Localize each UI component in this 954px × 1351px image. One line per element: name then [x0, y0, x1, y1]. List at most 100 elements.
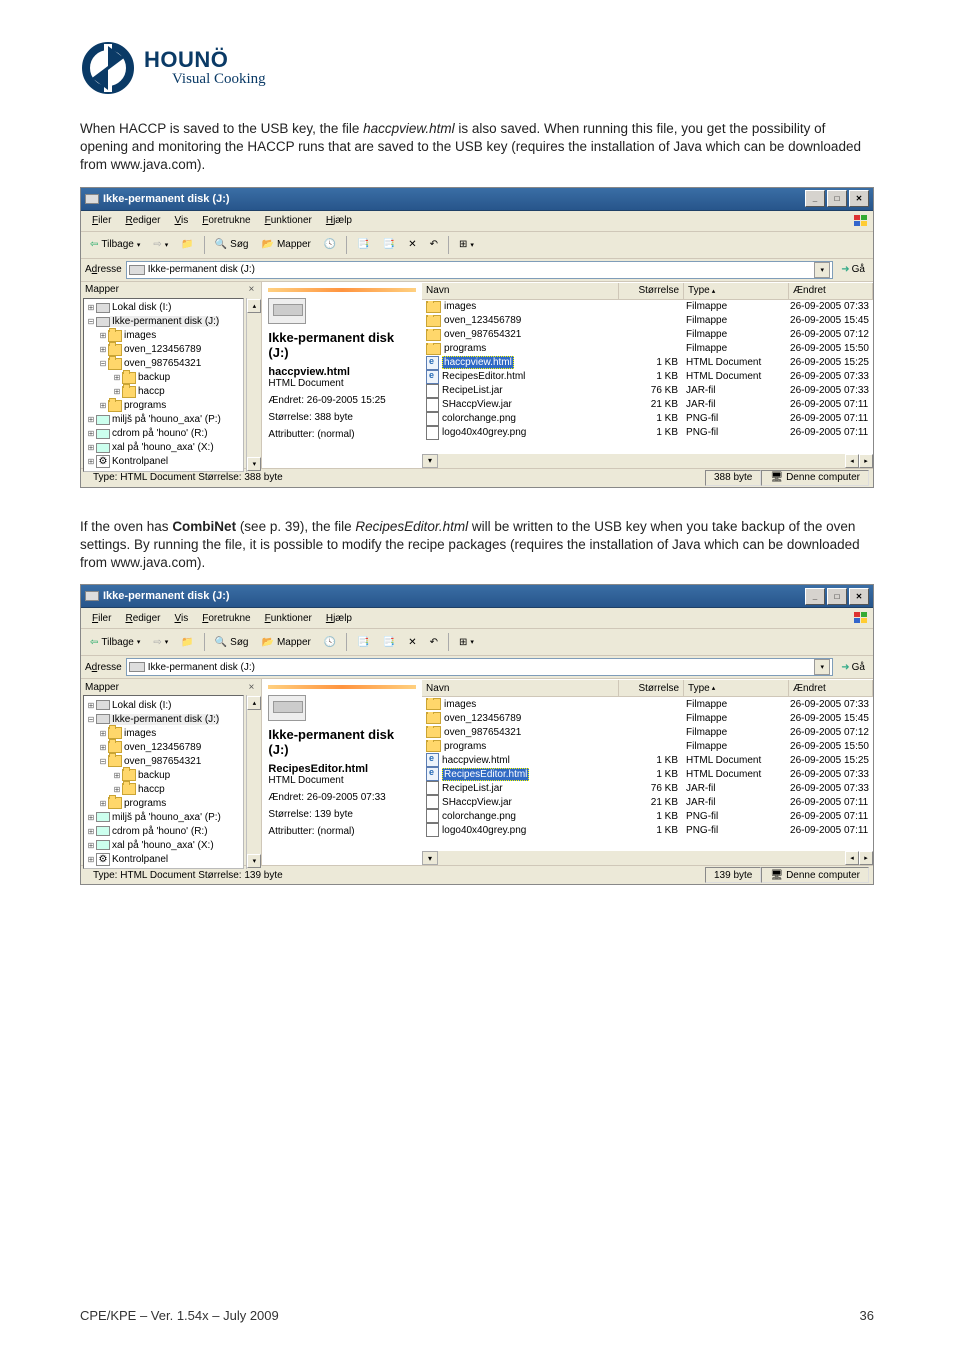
address-field[interactable]: Ikke-permanent disk (J:)▾	[126, 261, 834, 279]
tree-expand-icon[interactable]: ⊞	[86, 443, 96, 452]
file-row[interactable]: haccpview.html1 KBHTML Document26-09-200…	[422, 753, 873, 767]
tree-expand-icon[interactable]: ⊞	[86, 457, 96, 466]
tree-expand-icon[interactable]: ⊞	[86, 813, 96, 822]
delete-button[interactable]: ✕	[403, 236, 421, 253]
tree-node[interactable]: ⊟Ikke-permanent disk (J:)	[84, 315, 243, 329]
tree-node[interactable]: ⊞⚙Kontrolpanel	[84, 852, 243, 866]
tree-expand-icon[interactable]: ⊞	[112, 387, 122, 396]
maximize-button[interactable]: □	[827, 190, 847, 207]
scroll-up-icon[interactable]: ▴	[247, 696, 261, 710]
menu-vis[interactable]: Vis	[168, 213, 196, 228]
history-button[interactable]: 🕓	[319, 236, 341, 253]
tree-node[interactable]: ⊞cdrom på 'houno' (R:)	[84, 427, 243, 441]
file-row[interactable]: imagesFilmappe26-09-2005 07:33	[422, 697, 873, 711]
tree-expand-icon[interactable]: ⊞	[98, 799, 108, 808]
file-row[interactable]: imagesFilmappe26-09-2005 07:33	[422, 300, 873, 314]
tree-expand-icon[interactable]: ⊞	[86, 701, 96, 710]
tree-expand-icon[interactable]: ⊞	[86, 827, 96, 836]
close-button[interactable]: ✕	[849, 190, 869, 207]
tree-node[interactable]: ⊞programs	[84, 796, 243, 810]
undo-button[interactable]: ↶	[425, 634, 443, 651]
file-row[interactable]: RecipesEditor.html1 KBHTML Document26-09…	[422, 370, 873, 384]
hscroll-right-icon[interactable]: ▸	[859, 454, 873, 468]
panel-splitter-icon[interactable]: ▾	[422, 851, 438, 865]
tree-node[interactable]: ⊟Ikke-permanent disk (J:)	[84, 712, 243, 726]
col-size[interactable]: Størrelse	[619, 283, 684, 299]
close-button[interactable]: ✕	[849, 588, 869, 605]
col-modified[interactable]: Ændret	[789, 283, 873, 299]
file-row[interactable]: colorchange.png1 KBPNG-fil26-09-2005 07:…	[422, 412, 873, 426]
tree-expand-icon[interactable]: ⊞	[98, 729, 108, 738]
tree-expand-icon[interactable]: ⊞	[112, 373, 122, 382]
menu-rediger[interactable]: Rediger	[118, 611, 167, 626]
folder-tree[interactable]: ⊞Lokal disk (I:)⊟Ikke-permanent disk (J:…	[83, 695, 244, 869]
tree-node[interactable]: ⊞⚙Kontrolpanel	[84, 455, 243, 469]
scroll-up-icon[interactable]: ▴	[247, 299, 261, 313]
menu-rediger[interactable]: Rediger	[118, 213, 167, 228]
tree-node[interactable]: ⊞miljš på 'houno_axa' (P:)	[84, 810, 243, 824]
menu-foretrukne[interactable]: Foretrukne	[195, 213, 257, 228]
tree-node[interactable]: ⊞miljš på 'houno_axa' (P:)	[84, 413, 243, 427]
hscroll-left-icon[interactable]: ◂	[845, 851, 859, 865]
copy-to-button[interactable]: 📑	[378, 236, 400, 253]
delete-button[interactable]: ✕	[403, 634, 421, 651]
hscroll-left-icon[interactable]: ◂	[845, 454, 859, 468]
tree-expand-icon[interactable]: ⊞	[86, 855, 96, 864]
views-button[interactable]: ⊞▾	[454, 634, 479, 651]
tree-scrollbar[interactable]: ▴▾	[246, 695, 261, 869]
go-button[interactable]: ➜Gå	[837, 264, 869, 275]
tree-expand-icon[interactable]: ⊞	[98, 345, 108, 354]
search-button[interactable]: 🔍Søg	[210, 634, 254, 651]
tree-node[interactable]: ⊞programs	[84, 399, 243, 413]
move-to-button[interactable]: 📑	[352, 634, 374, 651]
panel-splitter-icon[interactable]: ▾	[422, 454, 438, 468]
tree-node[interactable]: ⊞backup	[84, 768, 243, 782]
menu-filer[interactable]: Filer	[85, 611, 118, 626]
tree-expand-icon[interactable]: ⊞	[86, 303, 96, 312]
tree-node[interactable]: ⊞images	[84, 329, 243, 343]
tree-node[interactable]: ⊞backup	[84, 371, 243, 385]
minimize-button[interactable]: _	[805, 588, 825, 605]
tree-node[interactable]: ⊞haccp	[84, 782, 243, 796]
maximize-button[interactable]: □	[827, 588, 847, 605]
tree-node[interactable]: ⊞images	[84, 726, 243, 740]
tree-scrollbar[interactable]: ▴▾	[246, 298, 261, 472]
tree-expand-icon[interactable]: ⊟	[86, 317, 96, 326]
tree-expand-icon[interactable]: ⊞	[98, 401, 108, 410]
forward-button[interactable]: ⇨ ▾	[148, 236, 173, 253]
menu-filer[interactable]: Filer	[85, 213, 118, 228]
tree-expand-icon[interactable]: ⊞	[98, 331, 108, 340]
tree-close-button[interactable]: ×	[245, 681, 257, 693]
tree-node[interactable]: ⊞cdrom på 'houno' (R:)	[84, 824, 243, 838]
address-dropdown-icon[interactable]: ▾	[814, 659, 830, 675]
scroll-down-icon[interactable]: ▾	[247, 854, 261, 868]
file-row[interactable]: SHaccpView.jar21 KBJAR-fil26-09-2005 07:…	[422, 795, 873, 809]
menu-hjælp[interactable]: Hjælp	[319, 611, 359, 626]
tree-node[interactable]: ⊞Lokal disk (I:)	[84, 301, 243, 315]
undo-button[interactable]: ↶	[425, 236, 443, 253]
menu-funktioner[interactable]: Funktioner	[258, 213, 319, 228]
file-row[interactable]: colorchange.png1 KBPNG-fil26-09-2005 07:…	[422, 809, 873, 823]
tree-node[interactable]: ⊞xal på 'houno_axa' (X:)	[84, 838, 243, 852]
forward-button[interactable]: ⇨ ▾	[148, 634, 173, 651]
tree-node[interactable]: ⊞haccp	[84, 385, 243, 399]
menu-hjælp[interactable]: Hjælp	[319, 213, 359, 228]
tree-node[interactable]: ⊞xal på 'houno_axa' (X:)	[84, 441, 243, 455]
tree-node[interactable]: ⊞oven_123456789	[84, 343, 243, 357]
up-button[interactable]: 📁	[176, 236, 198, 253]
minimize-button[interactable]: _	[805, 190, 825, 207]
copy-to-button[interactable]: 📑	[378, 634, 400, 651]
views-button[interactable]: ⊞▾	[454, 236, 479, 253]
tree-node[interactable]: ⊟oven_987654321	[84, 357, 243, 371]
history-button[interactable]: 🕓	[319, 634, 341, 651]
col-modified[interactable]: Ændret	[789, 680, 873, 696]
address-dropdown-icon[interactable]: ▾	[814, 262, 830, 278]
file-row[interactable]: oven_987654321Filmappe26-09-2005 07:12	[422, 328, 873, 342]
menu-foretrukne[interactable]: Foretrukne	[195, 611, 257, 626]
file-row[interactable]: RecipeList.jar76 KBJAR-fil26-09-2005 07:…	[422, 384, 873, 398]
search-button[interactable]: 🔍Søg	[210, 236, 254, 253]
tree-expand-icon[interactable]: ⊞	[86, 415, 96, 424]
file-row[interactable]: programsFilmappe26-09-2005 15:50	[422, 342, 873, 356]
col-type[interactable]: Type ▴	[684, 680, 789, 696]
tree-expand-icon[interactable]: ⊞	[112, 771, 122, 780]
